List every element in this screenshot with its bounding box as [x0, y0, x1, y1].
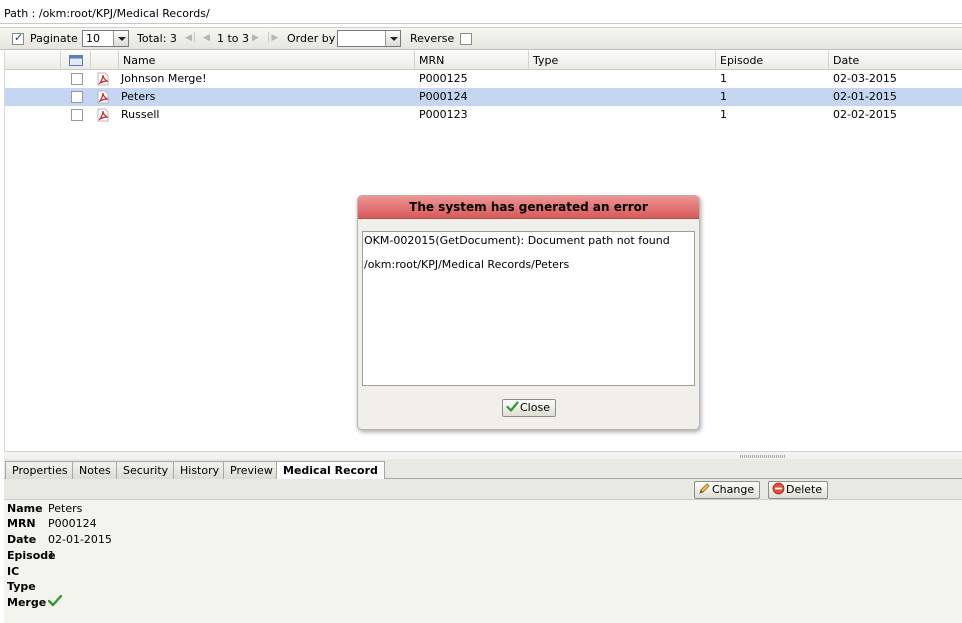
cell-mrn: P000125	[419, 72, 468, 85]
cell-mrn: P000123	[419, 108, 468, 121]
detail-name-value: Peters	[48, 502, 83, 515]
change-button[interactable]: Change	[694, 481, 761, 499]
grid-toolbar: Paginate 10 Total: 3 ◀│ ◀ 1 to 3 ▶ │▶ Or…	[0, 27, 962, 50]
detail-mrn-label: MRN	[7, 517, 36, 530]
grid-left-border	[4, 51, 5, 451]
select-all-column[interactable]	[60, 51, 90, 70]
dialog-title: The system has generated an error	[358, 196, 699, 219]
pdf-icon	[97, 90, 109, 104]
page-size-select[interactable]: 10	[82, 30, 129, 47]
chevron-down-icon	[385, 31, 400, 46]
pdf-icon	[97, 108, 109, 122]
row-checkbox[interactable]	[71, 73, 83, 85]
cell-type	[531, 70, 533, 88]
row-checkbox[interactable]	[71, 109, 83, 121]
detail-date-value: 02-01-2015	[48, 533, 112, 546]
tab-history[interactable]: History	[173, 461, 227, 479]
error-message-box: OKM-002015(GetDocument): Document path n…	[362, 231, 695, 386]
cell-episode: 1	[720, 90, 727, 103]
select-all-icon	[69, 55, 83, 66]
cell-name[interactable]: Johnson Merge!	[119, 70, 207, 88]
reverse-checkbox[interactable]	[460, 33, 472, 45]
previous-page-icon[interactable]: ◀	[203, 34, 212, 43]
column-header-type[interactable]: Type	[528, 51, 715, 70]
paginate-checkbox[interactable]	[12, 31, 24, 45]
detail-episode-value: 1	[48, 549, 55, 562]
table-row[interactable]: Russell P000123 1 02-02-2015	[4, 106, 962, 124]
column-header-mrn[interactable]: MRN	[414, 51, 528, 70]
column-header-date[interactable]: Date	[828, 51, 962, 70]
cell-name[interactable]: Peters	[119, 88, 155, 106]
cell-date: 02-02-2015	[833, 108, 897, 121]
detail-ic-label: IC	[7, 565, 20, 578]
range-label: 1 to 3	[217, 32, 250, 45]
cell-episode: 1	[720, 108, 727, 121]
splitter-grip-icon[interactable]	[740, 455, 786, 458]
paginate-label: Paginate	[30, 32, 78, 45]
detail-date-label: Date	[7, 533, 37, 546]
order-by-select[interactable]	[337, 30, 401, 47]
first-page-icon[interactable]: ◀│	[185, 34, 197, 43]
check-icon	[48, 595, 62, 607]
medical-record-panel: Name Peters MRN P000124 Date 02-01-2015 …	[4, 500, 962, 623]
close-button[interactable]: Close	[502, 399, 556, 417]
delete-button-label: Delete	[786, 483, 823, 496]
path-text: Path : /okm:root/KPJ/Medical Records/	[4, 7, 210, 20]
error-dialog: The system has generated an error OKM-00…	[357, 195, 700, 430]
cell-mrn: P000124	[419, 90, 468, 103]
cell-name[interactable]: Russell	[119, 106, 159, 124]
cell-type	[531, 106, 533, 124]
next-page-icon[interactable]: ▶	[252, 34, 261, 43]
chevron-down-icon	[113, 31, 128, 46]
tab-medical-record[interactable]: Medical Record	[276, 461, 385, 480]
delete-icon	[772, 482, 785, 495]
cell-date: 02-03-2015	[833, 72, 897, 85]
pencil-icon	[699, 483, 710, 494]
check-icon	[506, 401, 519, 412]
close-button-label: Close	[520, 401, 550, 414]
table-row[interactable]: Peters P000124 1 02-01-2015	[4, 88, 962, 106]
tab-security[interactable]: Security	[116, 461, 176, 479]
change-button-label: Change	[712, 483, 755, 496]
tab-bar: Properties Notes Security History Previe…	[4, 459, 962, 480]
cell-type	[531, 88, 533, 106]
panel-splitter[interactable]	[4, 451, 962, 459]
order-by-label: Order by	[287, 32, 336, 45]
cell-date: 02-01-2015	[833, 90, 897, 103]
detail-type-label: Type	[7, 580, 36, 593]
row-checkbox[interactable]	[71, 91, 83, 103]
cell-episode: 1	[720, 72, 727, 85]
detail-mrn-value: P000124	[48, 517, 97, 530]
type-icon-column	[90, 51, 118, 70]
tab-properties[interactable]: Properties	[5, 461, 75, 479]
tab-preview[interactable]: Preview	[223, 461, 280, 479]
grid-header: Name MRN Type Episode Date	[4, 51, 962, 70]
tab-notes[interactable]: Notes	[72, 461, 118, 479]
pdf-icon	[97, 72, 109, 86]
delete-button[interactable]: Delete	[768, 481, 829, 499]
page-size-value: 10	[86, 32, 100, 45]
total-label: Total: 3	[137, 32, 177, 45]
last-page-icon[interactable]: │▶	[266, 34, 278, 43]
column-header-episode[interactable]: Episode	[715, 51, 828, 70]
column-header-name[interactable]: Name	[118, 51, 416, 70]
error-message-line1: OKM-002015(GetDocument): Document path n…	[364, 234, 670, 247]
error-message-line2: /okm:root/KPJ/Medical Records/Peters	[364, 258, 570, 271]
reverse-label: Reverse	[410, 32, 455, 45]
detail-toolbar: Change Delete	[4, 479, 962, 500]
path-bar: Path : /okm:root/KPJ/Medical Records/	[0, 5, 962, 24]
detail-name-label: Name	[7, 502, 43, 515]
detail-merge-label: Merge	[7, 596, 47, 609]
table-row[interactable]: Johnson Merge! P000125 1 02-03-2015	[4, 70, 962, 88]
